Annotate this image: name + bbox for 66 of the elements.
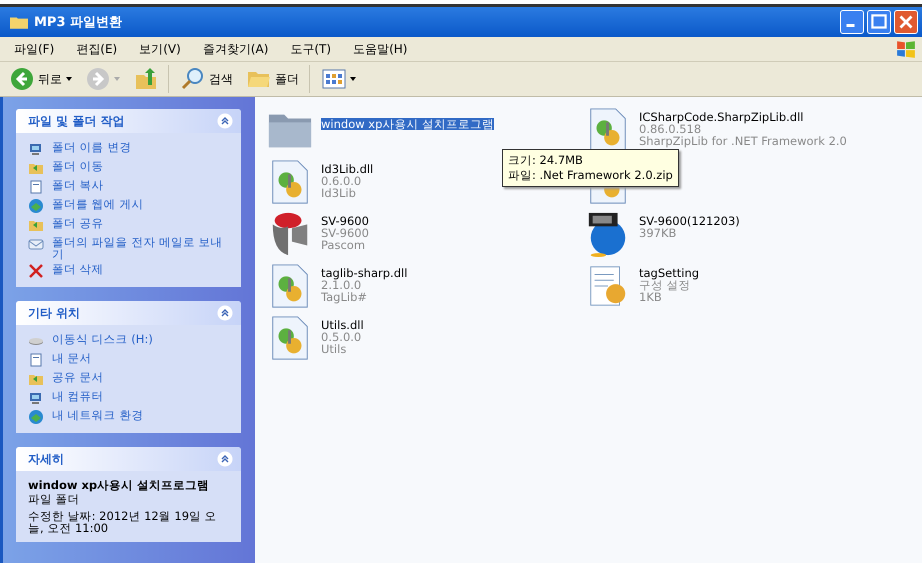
minimize-icon [846, 24, 855, 27]
computer-icon [28, 390, 44, 406]
detail-type: 파일 폴더 [28, 493, 81, 505]
menu-item[interactable]: 즐겨찾기(A) [202, 40, 268, 58]
collapse-icon[interactable] [217, 305, 233, 321]
file-detail: 0.86.0.518 [639, 123, 702, 135]
file-detail: 397KB [639, 227, 676, 239]
file-detail: SharpZipLib for .NET Framework 2.0 [639, 135, 847, 147]
task-link[interactable]: 폴더 공유 [52, 217, 104, 229]
file-detail: 구성 설정 [639, 279, 691, 291]
file-name[interactable]: Id3Lib.dll [321, 163, 374, 175]
file-detail: 2.1.0.0 [321, 279, 362, 291]
task-link[interactable]: 이동식 디스크 (H:) [52, 333, 153, 345]
task-link[interactable]: 폴더 이름 변경 [52, 141, 132, 153]
back-button[interactable]: 뒤로 [8, 65, 74, 93]
file-detail: 0.6.0.0 [321, 175, 362, 187]
task-link[interactable]: 폴더의 파일을 전자 메일로 보내기 [52, 236, 231, 260]
window-title: MP3 파일변환 [34, 14, 124, 31]
folder-up-icon [134, 67, 158, 91]
task-link[interactable]: 폴더를 웹에 게시 [52, 198, 144, 210]
detail-modified: 수정한 날짜: 2012년 12월 19일 오늘, 오전 11:00 [28, 510, 218, 534]
task-link[interactable]: 내 문서 [52, 352, 92, 364]
task-link[interactable]: 내 컴퓨터 [52, 390, 104, 402]
file-detail: SV-9600 [321, 227, 369, 239]
tooltip: 크기: 24.7MB 파일: .Net Framework 2.0.zip [502, 149, 679, 187]
panel-header[interactable]: 파일 및 폴더 작업 [16, 109, 241, 133]
close-button[interactable] [894, 10, 918, 34]
collapse-icon[interactable] [217, 451, 233, 467]
task-link[interactable]: 폴더 이동 [52, 160, 104, 172]
file-detail: 0.5.0.0 [321, 331, 362, 343]
detail-name: window xp사용시 설치프로그램 [28, 479, 210, 491]
file-detail: Pascom [321, 239, 366, 251]
file-detail: 1KB [639, 291, 663, 303]
task-link[interactable]: 폴더 삭제 [52, 263, 104, 275]
file-name[interactable]: taglib-sharp.dll [321, 267, 408, 279]
maximize-button[interactable] [867, 10, 891, 34]
search-button[interactable]: 검색 [179, 65, 235, 93]
menu-item[interactable]: 파일(F) [14, 40, 54, 58]
task-link[interactable]: 공유 문서 [52, 371, 104, 383]
task-link[interactable]: 내 네트워크 환경 [52, 409, 144, 421]
delete-icon [28, 263, 44, 279]
file-name[interactable]: ICSharpCode.SharpZipLib.dll [639, 111, 847, 123]
folders-button[interactable]: 폴더 [245, 65, 310, 93]
caret-icon[interactable] [66, 77, 72, 81]
menu-item[interactable]: 도구(T) [290, 40, 332, 58]
file-name[interactable]: SV-9600 [321, 215, 369, 227]
search-icon [181, 67, 205, 91]
folder-icon [10, 15, 28, 29]
minimize-button[interactable] [840, 10, 864, 34]
menu-item[interactable]: 편집(E) [76, 40, 118, 58]
file-detail: Id3Lib [321, 187, 357, 199]
file-name[interactable]: window xp사용시 설치프로그램 [321, 118, 494, 130]
file-detail: Utils [321, 343, 348, 355]
file-name[interactable]: SV-9600(121203) [639, 215, 740, 227]
menu-item[interactable]: 도움말(H) [353, 40, 408, 58]
views-icon [322, 67, 346, 91]
task-link[interactable]: 폴더 복사 [52, 179, 104, 191]
caret-icon[interactable] [350, 77, 356, 81]
collapse-icon[interactable] [217, 113, 233, 129]
panel-header[interactable]: 기타 위치 [16, 301, 241, 325]
file-name[interactable]: Utils.dll [321, 319, 364, 331]
windows-logo-icon [894, 39, 918, 59]
menu-item[interactable]: 보기(V) [139, 40, 181, 58]
panel-header[interactable]: 자세히 [16, 447, 241, 471]
file-detail: TagLib# [321, 291, 368, 303]
file-name[interactable]: tagSetting [639, 267, 700, 279]
